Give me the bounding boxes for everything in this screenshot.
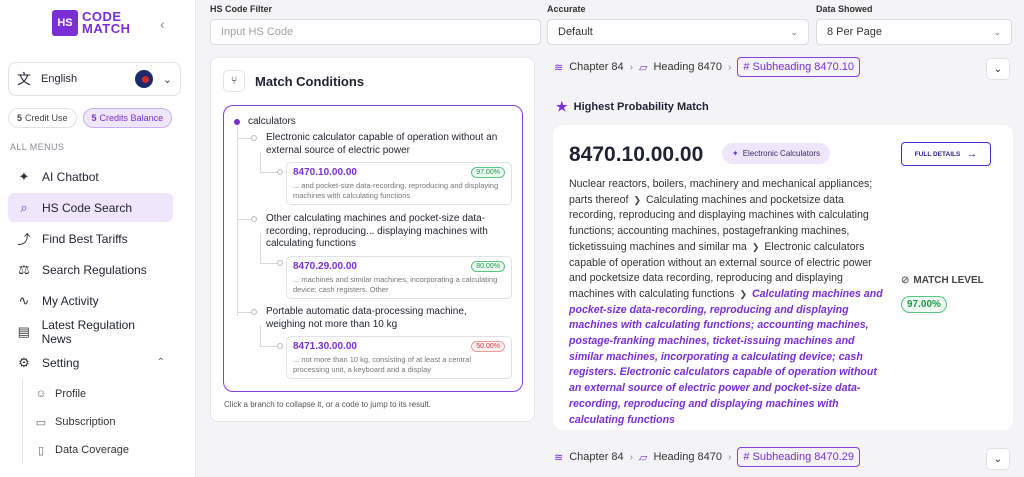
flag-icon: [134, 70, 153, 88]
trend-icon: ⤴: [17, 232, 31, 247]
sidebar-item-find-best-tariffs[interactable]: ⤴ Find Best Tariffs: [8, 224, 173, 253]
match-percent-badge: 50.00%: [471, 341, 505, 352]
collapse-sidebar-icon[interactable]: ‹: [160, 16, 165, 32]
breadcrumb-chapter[interactable]: Chapter 84: [569, 451, 623, 463]
credits-balance-badge: 5 Credits Balance: [82, 108, 173, 128]
star-icon: ★: [556, 99, 568, 114]
match-conditions-panel: ⑂ Match Conditions calculators Electroni…: [210, 57, 535, 422]
result-description: Nuclear reactors, boilers, machinery and…: [569, 178, 883, 426]
chevron-right-icon: ❯: [633, 194, 642, 205]
chevron-down-icon: ⌄: [790, 26, 798, 37]
tree-branch[interactable]: Portable automatic data-processing machi…: [266, 306, 506, 331]
accurate-select[interactable]: Default ⌄: [547, 19, 809, 45]
chevron-right-icon: ❯: [751, 241, 760, 252]
tree-root[interactable]: calculators: [234, 116, 296, 127]
card-icon: ▭: [35, 416, 47, 429]
condition-tree: calculators Electronic calculator capabl…: [223, 105, 523, 392]
expand-toggle-button[interactable]: ⌄: [986, 448, 1010, 470]
sidebar-item-latest-regulation-news[interactable]: ▤ Latest Regulation News: [8, 317, 173, 346]
chevron-down-icon: ⌄: [993, 26, 1001, 37]
sidebar-subitem-data-coverage[interactable]: ▯ Data Coverage: [35, 436, 129, 464]
root-dot-icon: [234, 118, 240, 125]
layers-icon: ≋: [554, 61, 564, 74]
hs-code-filter-label: HS Code Filter: [210, 4, 273, 14]
document-icon: ▯: [37, 444, 45, 457]
arrow-right-icon: →: [966, 148, 978, 160]
highlighted-description: Calculating machines and pocket-size dat…: [569, 287, 883, 426]
chevron-right-icon: ❯: [739, 288, 748, 299]
sidebar-item-hs-code-search[interactable]: ⌕ HS Code Search: [8, 193, 173, 222]
folder-icon: ▱: [639, 451, 648, 464]
chevron-up-icon: ⌃: [156, 357, 165, 368]
activity-icon: ∿: [18, 292, 30, 308]
branch-icon: ⑂: [223, 70, 245, 92]
sidebar: HS CODE MATCH ‹ 文 English ⌄ 5 Credit Use …: [0, 0, 196, 477]
accurate-label: Accurate: [547, 4, 586, 14]
breadcrumb: ≋ Chapter 84 › ▱ Heading 8470 › # Subhea…: [554, 447, 861, 467]
sidebar-item-my-activity[interactable]: ∿ My Activity: [8, 286, 173, 315]
data-showed-label: Data Showed: [816, 4, 873, 14]
tree-branch[interactable]: Electronic calculator capable of operati…: [266, 132, 506, 157]
sparkle-icon: ✦: [18, 168, 30, 184]
sparkle-icon: ✦: [732, 149, 739, 158]
sidebar-item-search-regulations[interactable]: ⚖ Search Regulations: [8, 255, 173, 284]
breadcrumb-heading[interactable]: Heading 8470: [653, 61, 722, 73]
language-label: English: [41, 73, 78, 85]
data-showed-select[interactable]: 8 Per Page ⌄: [816, 19, 1012, 45]
user-icon: ☺: [35, 388, 47, 400]
chevron-down-icon: ⌄: [993, 63, 1003, 75]
credit-use-badge: 5 Credit Use: [8, 108, 77, 128]
match-conditions-title: Match Conditions: [255, 73, 365, 89]
breadcrumb-chapter[interactable]: Chapter 84: [569, 61, 623, 73]
match-percent-badge: 80.00%: [471, 261, 505, 272]
breadcrumb-heading[interactable]: Heading 8470: [653, 451, 722, 463]
breadcrumb-subheading[interactable]: # Subheading 8470.29: [737, 447, 861, 467]
match-level-label: ⊘ MATCH LEVEL: [901, 275, 984, 286]
chevron-down-icon: ⌄: [162, 73, 172, 86]
match-level-badge: 97.00%: [901, 296, 947, 313]
chevron-down-icon: ⌄: [993, 453, 1003, 465]
tree-leaf-code[interactable]: 8470.29.00.00 ... machines and similar m…: [286, 256, 512, 299]
translate-icon: 文: [17, 71, 31, 87]
result-card: 8470.10.00.00 ✦ Electronic Calculators FU…: [553, 125, 1013, 430]
menu-section-label: ALL MENUS: [10, 142, 65, 152]
sidebar-subitem-subscription[interactable]: ▭ Subscription: [35, 408, 129, 436]
sidebar-item-ai-chatbot[interactable]: ✦ AI Chatbot: [8, 162, 173, 191]
tree-branch[interactable]: Other calculating machines and pocket-si…: [266, 213, 506, 251]
full-details-button[interactable]: FULL DETAILS →: [901, 142, 991, 166]
check-circle-icon: ⊘: [901, 275, 910, 286]
news-icon: ▤: [17, 323, 30, 339]
match-percent-badge: 97.00%: [471, 167, 505, 178]
logo-line2: MATCH: [82, 21, 131, 36]
logo-mark: HS: [52, 10, 78, 36]
sidebar-item-setting[interactable]: ⚙ Setting ⌃: [8, 348, 173, 377]
gear-icon: ⚙: [18, 354, 30, 370]
folder-icon: ▱: [639, 61, 648, 74]
tree-help-text: Click a branch to collapse it, or a code…: [224, 400, 431, 409]
hs-code-input[interactable]: Input HS Code: [210, 19, 541, 45]
sidebar-subitem-profile[interactable]: ☺ Profile: [35, 380, 129, 408]
tree-leaf-code[interactable]: 8470.10.00.00 ... and pocket-size data-r…: [286, 162, 512, 205]
chevron-right-icon: ›: [629, 61, 633, 73]
search-icon: ⌕: [20, 199, 28, 215]
breadcrumb: ≋ Chapter 84 › ▱ Heading 8470 › # Subhea…: [554, 57, 861, 77]
category-tag: ✦ Electronic Calculators: [722, 143, 831, 164]
chevron-right-icon: ›: [727, 61, 732, 73]
scale-icon: ⚖: [18, 261, 30, 277]
chevron-right-icon: ›: [629, 451, 633, 463]
highest-match-label: ★ Highest Probability Match: [556, 99, 709, 114]
logo[interactable]: HS CODE MATCH: [52, 10, 130, 36]
expand-toggle-button[interactable]: ⌄: [986, 58, 1010, 80]
language-selector[interactable]: 文 English ⌄: [8, 62, 181, 96]
breadcrumb-subheading[interactable]: # Subheading 8470.10: [737, 57, 861, 77]
tree-leaf-code[interactable]: 8471.30.00.00 ... not more than 10 kg, c…: [286, 336, 512, 379]
layers-icon: ≋: [554, 451, 564, 464]
chevron-right-icon: ›: [727, 451, 732, 463]
result-hs-code: 8470.10.00.00: [569, 143, 704, 166]
